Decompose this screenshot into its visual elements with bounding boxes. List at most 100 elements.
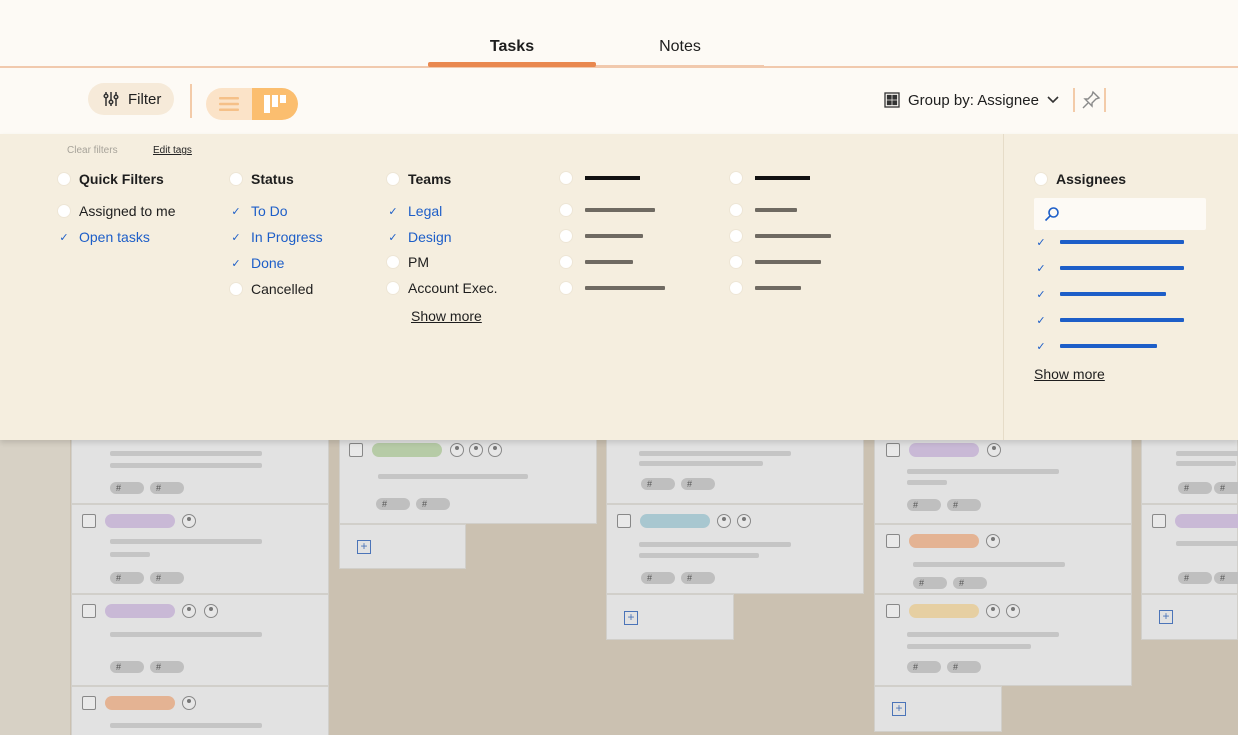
option-radio[interactable] [729,255,743,269]
status-option-to-do[interactable]: ✓ To Do [229,203,287,219]
task-checkbox[interactable] [82,696,96,710]
option-radio[interactable] [559,229,573,243]
option-radio[interactable] [729,281,743,295]
status-option-done[interactable]: ✓ Done [229,255,284,271]
filter-option-open-tasks[interactable]: ✓ Open tasks [57,229,149,245]
filter-option[interactable] [559,281,665,295]
option-radio[interactable] [729,203,743,217]
task-card[interactable]: # # [71,594,329,686]
placeholder-label [755,286,801,290]
tab-notes[interactable]: Notes [596,38,764,56]
quick-filters-heading[interactable]: Quick Filters [57,171,164,187]
option-radio[interactable] [229,282,243,296]
team-option-account-exec[interactable]: Account Exec. [386,280,498,296]
filter-option[interactable] [729,255,821,269]
filter-option[interactable] [559,229,643,243]
filter-group-heading[interactable] [559,171,640,185]
team-option-design[interactable]: ✓ Design [386,229,451,245]
status-heading[interactable]: Status [229,171,294,187]
filter-option[interactable] [729,281,801,295]
add-card-button[interactable]: + [606,594,734,640]
option-radio[interactable] [729,229,743,243]
filter-button[interactable]: Filter [88,83,174,115]
option-radio[interactable] [559,203,573,217]
task-card[interactable]: # # [71,504,329,594]
task-card[interactable]: # # [71,440,329,504]
option-radio[interactable] [57,204,71,218]
check-icon[interactable]: ✓ [386,204,400,218]
teams-heading[interactable]: Teams [386,171,451,187]
option-radio[interactable] [559,255,573,269]
add-card-button[interactable]: + [339,524,466,569]
status-option-in-progress[interactable]: ✓ In Progress [229,229,322,245]
team-option-legal[interactable]: ✓ Legal [386,203,442,219]
add-card-button[interactable]: + [874,686,1002,732]
check-icon[interactable]: ✓ [1034,339,1048,353]
tag-chip: # [150,572,184,584]
check-icon[interactable]: ✓ [229,230,243,244]
assignee-search-input[interactable] [1034,198,1206,230]
option-radio[interactable] [559,281,573,295]
task-checkbox[interactable] [1152,514,1166,528]
select-all-radio[interactable] [57,172,71,186]
select-all-radio[interactable] [229,172,243,186]
assignee-option[interactable]: ✓ [1034,261,1184,275]
task-card[interactable]: # # [874,524,1132,594]
task-checkbox[interactable] [617,514,631,528]
check-icon[interactable]: ✓ [1034,235,1048,249]
check-icon[interactable]: ✓ [1034,261,1048,275]
task-checkbox[interactable] [886,604,900,618]
tag-chip: # [110,482,144,494]
check-icon[interactable]: ✓ [386,230,400,244]
assignee-option[interactable]: ✓ [1034,235,1184,249]
filter-option[interactable] [559,255,633,269]
edit-tags-link[interactable]: Edit tags [153,145,192,156]
option-radio[interactable] [386,255,400,269]
task-checkbox[interactable] [349,443,363,457]
option-radio[interactable] [386,281,400,295]
assignees-show-more-link[interactable]: Show more [1034,366,1105,382]
filter-option[interactable] [729,229,831,243]
task-card[interactable]: # # [606,440,864,504]
task-checkbox[interactable] [886,534,900,548]
add-card-button[interactable]: + [1141,594,1238,640]
list-view-button[interactable] [206,88,252,120]
status-option-cancelled[interactable]: Cancelled [229,281,313,297]
avatar-icon [987,443,1001,457]
check-icon[interactable]: ✓ [229,256,243,270]
assignee-option[interactable]: ✓ [1034,313,1184,327]
assignee-option[interactable]: ✓ [1034,339,1157,353]
board-view-button[interactable] [252,88,298,120]
group-by-dropdown[interactable]: Group by: Assignee [884,89,1059,111]
team-option-pm[interactable]: PM [386,254,429,270]
filter-option-assigned-to-me[interactable]: Assigned to me [57,203,176,219]
assignee-option[interactable]: ✓ [1034,287,1166,301]
select-all-radio[interactable] [1034,172,1048,186]
task-checkbox[interactable] [82,514,96,528]
clear-filters-link[interactable]: Clear filters [67,145,118,156]
select-all-radio[interactable] [559,171,573,185]
select-all-radio[interactable] [729,171,743,185]
task-card[interactable]: # # [1141,504,1238,594]
task-card[interactable]: # # [1141,440,1238,504]
task-card[interactable]: # # [874,440,1132,524]
check-icon[interactable]: ✓ [57,230,71,244]
check-icon[interactable]: ✓ [229,204,243,218]
task-card[interactable]: # # [339,440,597,524]
check-icon[interactable]: ✓ [1034,313,1048,327]
tab-tasks[interactable]: Tasks [428,38,596,56]
assignees-heading[interactable]: Assignees [1034,171,1126,187]
task-checkbox[interactable] [82,604,96,618]
pin-icon[interactable] [1081,90,1101,110]
filter-option[interactable] [559,203,655,217]
select-all-radio[interactable] [386,172,400,186]
placeholder-label [585,286,665,290]
check-icon[interactable]: ✓ [1034,287,1048,301]
filter-group-heading[interactable] [729,171,810,185]
task-checkbox[interactable] [886,443,900,457]
task-card[interactable] [71,686,329,735]
filter-option[interactable] [729,203,797,217]
task-card[interactable]: # # [874,594,1132,686]
teams-show-more-link[interactable]: Show more [411,308,482,324]
task-card[interactable]: # # [606,504,864,594]
